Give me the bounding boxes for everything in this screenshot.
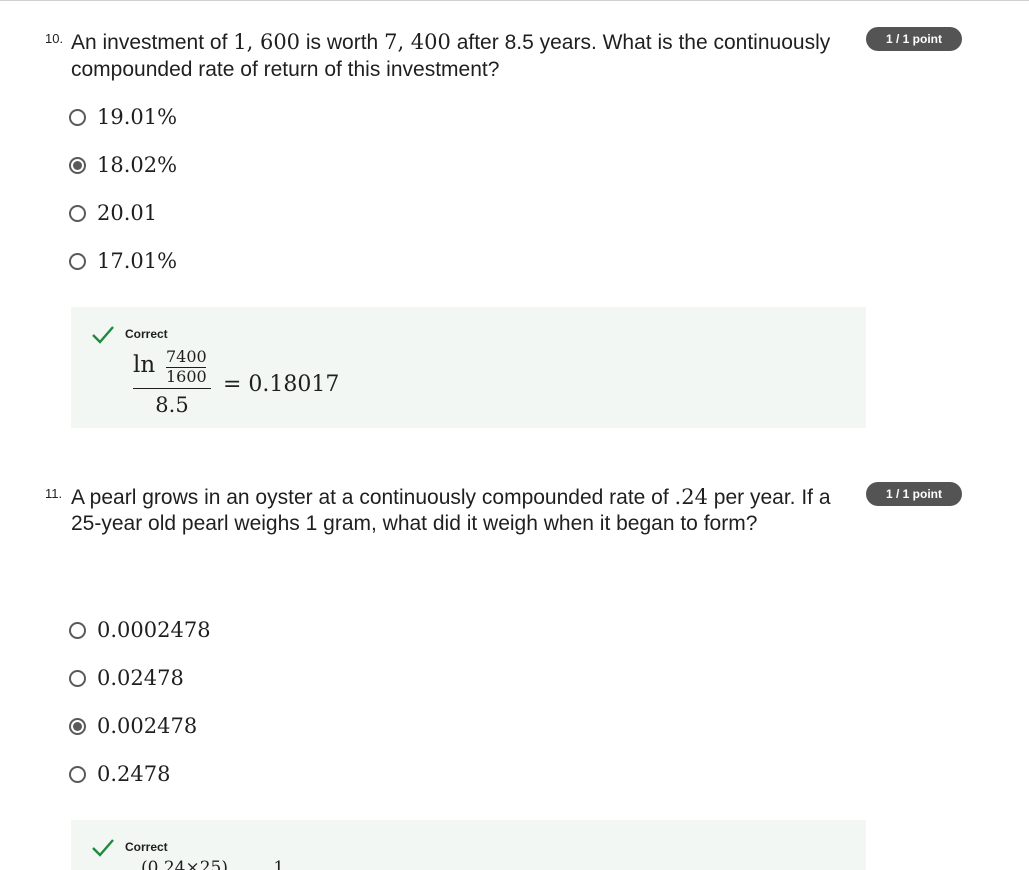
question-number: 11.	[45, 486, 63, 501]
option-label: 17.01%	[97, 249, 178, 273]
answer-option[interactable]: 0.0002478	[69, 615, 211, 645]
option-label: 18.02%	[97, 153, 178, 177]
feedback-label: Correct	[125, 327, 168, 341]
radio-button[interactable]	[69, 204, 86, 222]
answer-option[interactable]: 19.01%	[69, 102, 177, 132]
radio-button[interactable]	[69, 669, 86, 687]
question-text: An investment of 1, 600 is worth 7, 400 …	[71, 30, 831, 81]
radio-button[interactable]	[69, 108, 86, 126]
radio-button-selected[interactable]	[69, 156, 86, 174]
answer-option[interactable]: 0.2478	[69, 759, 170, 789]
points-badge: 1 / 1 point	[866, 482, 962, 506]
answer-option[interactable]: 0.02478	[69, 663, 184, 693]
radio-button[interactable]	[69, 765, 86, 783]
option-label: 0.002478	[97, 714, 198, 738]
radio-button[interactable]	[69, 621, 86, 639]
solution-formula: ln 7400 1600 8.5 = 0.18017	[133, 347, 340, 417]
checkmark-icon	[92, 839, 114, 857]
question-text: A pearl grows in an oyster at a continuo…	[71, 485, 831, 535]
top-divider	[0, 0, 1029, 1]
radio-button[interactable]	[69, 252, 86, 270]
checkmark-icon	[92, 326, 114, 344]
feedback-label: Correct	[125, 840, 168, 854]
answer-option-selected[interactable]: 0.002478	[69, 711, 197, 741]
solution-formula-partial: (0.24×25) 1	[141, 858, 285, 870]
radio-button-selected[interactable]	[69, 717, 86, 735]
option-label: 19.01%	[97, 105, 178, 129]
feedback-panel: Correct ln 7400 1600 8.5 = 0.18017	[71, 307, 866, 428]
feedback-panel: Correct (0.24×25) 1	[71, 820, 866, 870]
answer-option[interactable]: 20.01	[69, 198, 157, 228]
answer-option[interactable]: 17.01%	[69, 246, 177, 276]
points-badge: 1 / 1 point	[866, 27, 962, 51]
option-label: 0.0002478	[97, 618, 211, 642]
option-label: 20.01	[97, 201, 158, 225]
option-label: 0.2478	[97, 762, 171, 786]
option-label: 0.02478	[97, 666, 184, 690]
question-number: 10.	[45, 31, 64, 46]
answer-option-selected[interactable]: 18.02%	[69, 150, 177, 180]
